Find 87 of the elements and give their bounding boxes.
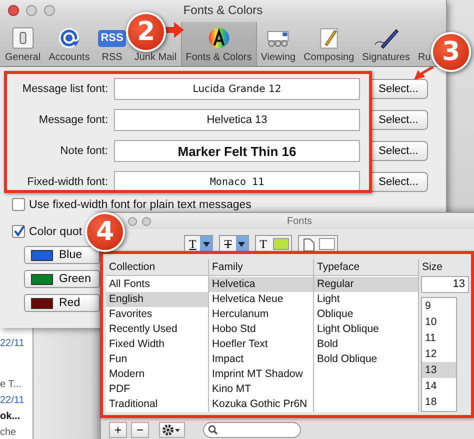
list-item[interactable]: 18 xyxy=(422,394,456,410)
field-label: Message list font: xyxy=(21,83,108,95)
select-button[interactable]: Select... xyxy=(369,79,428,99)
toolbar-tab[interactable]: Junk Mail xyxy=(130,52,181,66)
list-item[interactable]: Hoefler Text xyxy=(209,337,313,352)
list-item[interactable]: PDF xyxy=(106,382,208,397)
list-item[interactable]: 9 xyxy=(422,298,456,314)
search-field[interactable] xyxy=(203,422,301,438)
color-button[interactable]: Green xyxy=(24,270,100,288)
remove-button[interactable]: − xyxy=(131,422,149,438)
list-item[interactable]: Herculanum xyxy=(209,307,313,322)
select-button[interactable]: Select... xyxy=(369,172,428,192)
gear-icon xyxy=(162,424,182,436)
list-item[interactable]: Modern xyxy=(106,367,208,382)
list-item[interactable]: Oblique xyxy=(314,307,418,322)
field-label: Fixed-width font: xyxy=(26,176,108,188)
check-icon xyxy=(13,226,24,237)
toolbar-tab[interactable]: Accounts xyxy=(44,22,94,66)
arrow-icon xyxy=(414,66,434,80)
checkbox-label: Use fixed-width font for plain text messages xyxy=(29,198,252,210)
message-snippet: e T... xyxy=(0,378,22,391)
add-button[interactable]: + xyxy=(109,422,127,438)
rss-icon: RSS xyxy=(98,30,126,47)
at-sign-icon xyxy=(57,26,82,50)
list-item[interactable]: Kino MT xyxy=(209,382,313,397)
toolbar-tab[interactable]: Viewing xyxy=(256,22,300,66)
field-label: Note font: xyxy=(59,145,108,157)
list-item[interactable]: Recently Used xyxy=(106,322,208,337)
select-button[interactable]: Select... xyxy=(369,110,428,130)
toolbar-tab[interactable]: Composing xyxy=(300,22,358,66)
checkbox[interactable] xyxy=(12,225,25,238)
list-item[interactable]: All Fonts xyxy=(106,277,208,292)
checkbox[interactable] xyxy=(12,198,25,211)
window-button[interactable] xyxy=(26,4,37,16)
list-item[interactable]: Impact xyxy=(209,352,313,367)
panel-title: Fonts xyxy=(286,216,312,226)
close-button[interactable] xyxy=(8,4,19,16)
list-item[interactable]: Traditional xyxy=(106,397,208,412)
action-menu-button[interactable] xyxy=(159,422,185,438)
color-button[interactable]: Red xyxy=(24,294,100,312)
pen-icon xyxy=(372,26,400,50)
list-item[interactable]: Favorites xyxy=(106,307,208,322)
list-item[interactable]: Light xyxy=(314,292,418,307)
list-item[interactable]: Helvetica xyxy=(209,277,313,292)
list-item[interactable]: Bold xyxy=(314,337,418,352)
window-title: Fonts & Colors xyxy=(183,3,263,17)
search-icon xyxy=(208,425,218,435)
message-date: 22/11 xyxy=(0,394,26,407)
switch-icon xyxy=(10,26,35,50)
arrow-icon xyxy=(164,22,184,38)
font-field[interactable]: Marker Felt Thin 16 xyxy=(114,140,360,162)
color-button[interactable]: Blue xyxy=(24,246,100,264)
field-label: Message font: xyxy=(38,114,108,126)
page-icon xyxy=(303,238,316,252)
list-item[interactable]: 14 xyxy=(422,378,456,394)
list-item[interactable]: Bold Oblique xyxy=(314,352,418,367)
color-wheel-icon xyxy=(206,26,231,50)
column-header: Family xyxy=(209,259,313,276)
list-item[interactable]: Light Oblique xyxy=(314,322,418,337)
select-button[interactable]: Select... xyxy=(369,141,428,161)
list-item[interactable]: English xyxy=(106,292,208,307)
size-field[interactable]: 13 xyxy=(421,276,469,293)
font-field[interactable]: Lucida Grande 12 xyxy=(114,78,360,100)
column-header: Typeface xyxy=(314,259,418,276)
font-field[interactable]: Helvetica 13 xyxy=(114,109,360,131)
list-item[interactable]: Helvetica Neue xyxy=(209,292,313,307)
list-item[interactable]: 11 xyxy=(422,330,456,346)
list-item[interactable]: Regular xyxy=(314,277,418,292)
list-item[interactable]: Kozuka Gothic Pr6N xyxy=(209,397,313,412)
list-item[interactable]: Imprint MT Shadow xyxy=(209,367,313,382)
message-snippet: ok... xyxy=(0,410,22,423)
list-item[interactable]: Fun xyxy=(106,352,208,367)
caret-icon xyxy=(202,242,210,246)
list-item[interactable]: Hobo Std xyxy=(209,322,313,337)
list-item[interactable]: 10 xyxy=(422,314,456,330)
window-button[interactable] xyxy=(44,4,55,16)
toolbar-tab[interactable]: Signatures xyxy=(358,22,414,66)
message-snippet: che xyxy=(0,426,18,439)
toolbar-tab[interactable]: General xyxy=(1,22,45,66)
column-header: Collection xyxy=(106,259,208,276)
message-date: 22/11 xyxy=(0,337,26,350)
list-item[interactable]: Fixed Width xyxy=(106,337,208,352)
list-item[interactable]: 12 xyxy=(422,346,456,362)
caret-icon xyxy=(238,242,246,246)
toolbar-tab[interactable]: Fonts & Colors xyxy=(180,22,257,66)
checkbox-label: Color quot xyxy=(29,226,82,238)
list-item[interactable]: 13 xyxy=(422,362,456,378)
